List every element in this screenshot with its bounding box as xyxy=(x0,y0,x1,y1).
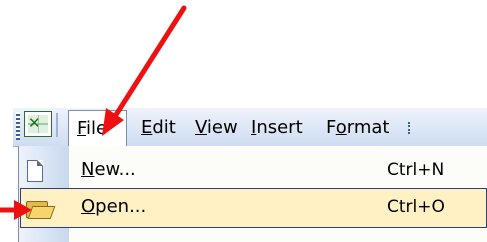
arrow-to-file-menu xyxy=(102,5,187,136)
annotation-arrows xyxy=(0,5,187,220)
arrow-to-open-item xyxy=(0,200,32,220)
